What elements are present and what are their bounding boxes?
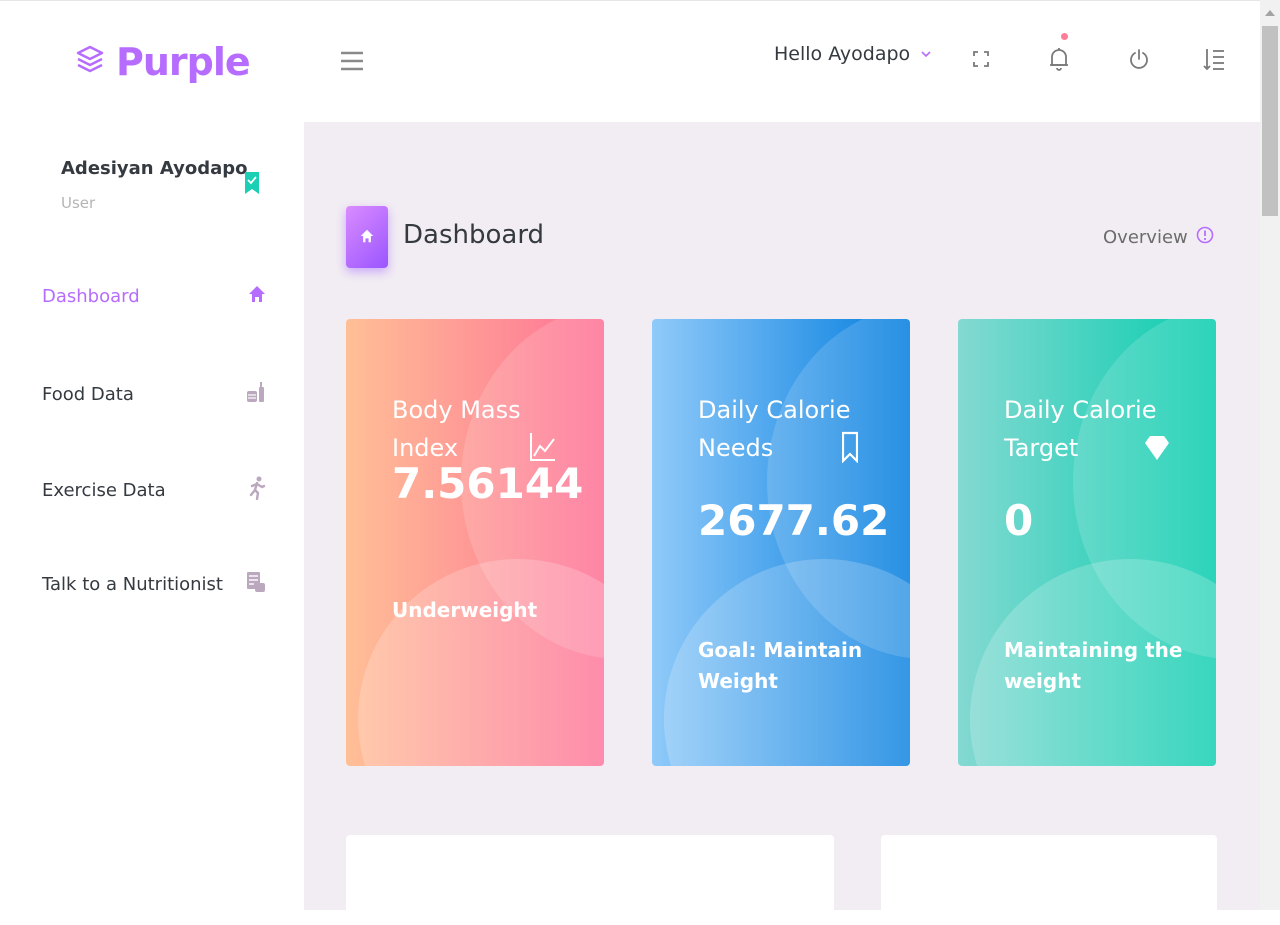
top-navbar: Purple Hello Ayodapo: [0, 0, 1260, 123]
run-icon: [248, 476, 266, 505]
bookmark-icon: [841, 431, 859, 467]
calorie-target-card: Daily Calorie Target 0 Maintaining the w…: [958, 319, 1216, 766]
sidebar-item-label: Food Data: [42, 384, 134, 405]
power-icon: [1129, 48, 1149, 74]
content-panel-left: [346, 835, 834, 925]
chat-list-icon: [246, 571, 266, 598]
fullscreen-button[interactable]: [968, 47, 994, 75]
scroll-up-arrow-icon[interactable]: [1265, 10, 1275, 16]
main-content: Dashboard Overview Body Mass Index 7.561…: [304, 122, 1260, 925]
menu-toggle-button[interactable]: [340, 49, 364, 73]
notifications-button[interactable]: [1046, 33, 1072, 76]
sidebar-item-exercise-data[interactable]: Exercise Data: [42, 476, 266, 505]
brand-name: Purple: [116, 40, 251, 84]
brand-logo[interactable]: Purple: [76, 37, 251, 87]
scroll-thumb[interactable]: [1262, 26, 1278, 216]
layers-icon: [76, 42, 104, 82]
settings-panel-button[interactable]: [1201, 47, 1227, 75]
user-dropdown[interactable]: Hello Ayodapo: [774, 43, 932, 65]
notification-dot: [1061, 33, 1068, 40]
bell-icon: [1048, 46, 1070, 76]
fullscreen-icon: [973, 51, 989, 71]
food-icon: [246, 381, 266, 408]
logout-button[interactable]: [1126, 47, 1152, 75]
card-decor-circle: [358, 559, 604, 766]
sidebar: Adesiyan Ayodapo User Dashboard Food Dat…: [0, 122, 304, 910]
sidebar-item-dashboard[interactable]: Dashboard: [42, 285, 266, 308]
calorie-target-status: Maintaining the weight: [1004, 638, 1183, 693]
home-icon: [248, 285, 266, 308]
profile-role: User: [61, 194, 96, 212]
content-panel-right: [881, 835, 1217, 925]
diamond-icon: [1144, 431, 1170, 467]
home-icon: [360, 228, 374, 247]
menu-icon: [340, 51, 364, 77]
sidebar-item-food-data[interactable]: Food Data: [42, 381, 266, 408]
card-decor-circle: [1073, 319, 1216, 659]
calorie-goal: Goal: Maintain Weight: [698, 638, 863, 693]
settings-list-icon: [1203, 47, 1225, 75]
verified-badge-icon: [245, 172, 259, 198]
overview-label: Overview: [1103, 227, 1188, 248]
sidebar-item-label: Exercise Data: [42, 480, 166, 501]
info-circle-icon: [1196, 226, 1214, 249]
calorie-needs-value: 2677.62: [698, 496, 890, 545]
overview-link[interactable]: Overview: [1103, 226, 1214, 249]
greeting-text: Hello Ayodapo: [774, 43, 911, 65]
chevron-down-icon: [920, 43, 932, 65]
bmi-status: Underweight: [392, 598, 538, 622]
sidebar-item-talk-to-nutritionist[interactable]: Talk to a Nutritionist: [42, 571, 266, 598]
calorie-target-value: 0: [1004, 496, 1034, 545]
calorie-needs-card: Daily Calorie Needs 2677.62 Goal: Mainta…: [652, 319, 910, 766]
card-decor-circle: [767, 319, 910, 659]
sidebar-item-label: Talk to a Nutritionist: [42, 574, 223, 595]
page-title: Dashboard: [403, 220, 545, 250]
page-title-badge: [346, 206, 388, 268]
page-scrollbar[interactable]: [1260, 0, 1280, 910]
profile-name: Adesiyan Ayodapo: [61, 158, 248, 179]
bmi-value: 7.56144: [392, 459, 584, 508]
sidebar-item-label: Dashboard: [42, 286, 140, 307]
bmi-card: Body Mass Index 7.56144 Underweight: [346, 319, 604, 766]
